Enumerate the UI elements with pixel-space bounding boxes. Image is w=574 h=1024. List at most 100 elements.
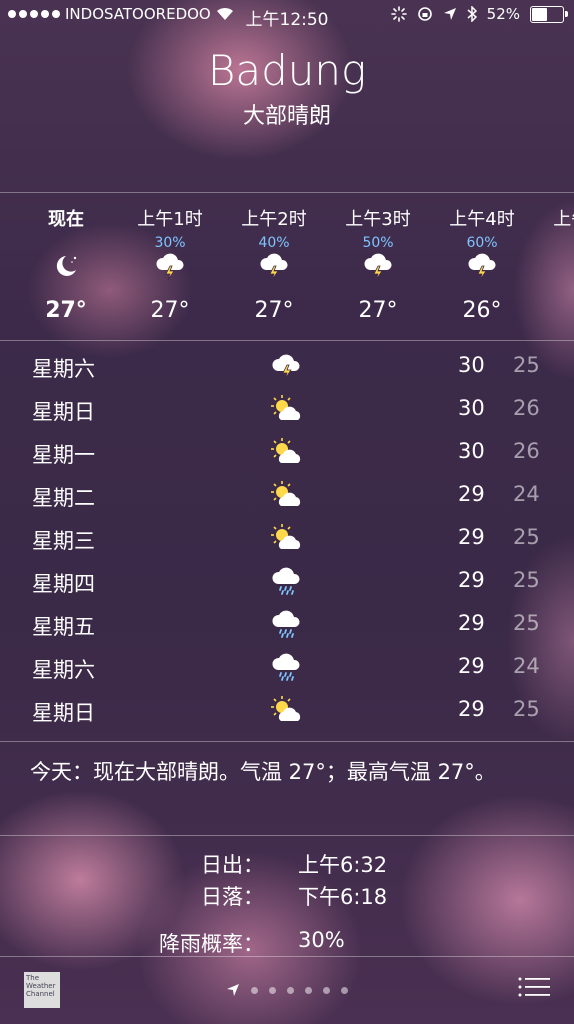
activity-spinner-icon [390,6,407,22]
high-temp: 29 [458,482,485,506]
low-temp: 24 [513,482,540,506]
weather-channel-logo[interactable]: The Weather Channel [24,972,60,1008]
partly-sunny-icon [271,696,301,721]
sunset-value: 下午6:18 [298,885,388,909]
page-dot[interactable] [305,986,312,994]
divider [0,741,574,742]
day-name: 星期三 [32,529,95,553]
sunrise-value: 上午6:32 [298,853,388,877]
rotation-lock-icon [417,7,432,21]
partly-sunny-icon [271,481,301,506]
high-temp: 30 [458,396,485,420]
location-arrow-icon [443,8,456,20]
signal-strength-icon [8,10,60,18]
hour-temp: 27° [45,298,87,323]
hourly-forecast[interactable]: 现在 27° 上午1时 30% 27° 上午2时 40% 27° 上午3时 50… [0,195,574,340]
battery-icon [530,5,568,23]
hour-label: 上午2时 [241,209,307,230]
high-temp: 29 [458,568,485,592]
daily-row: 星期日 29 25 [0,689,574,732]
daily-row: 星期六 30 25 [0,345,574,388]
carrier-name: INDOSATOOREDOO [65,5,211,23]
low-temp: 25 [513,568,540,592]
high-temp: 29 [458,654,485,678]
day-name: 星期二 [32,486,95,510]
partly-sunny-icon [271,395,301,420]
thunderstorm-icon [118,252,222,280]
day-name: 星期六 [32,658,95,682]
day-name: 星期六 [32,357,95,381]
daily-row: 星期三 29 25 [0,517,574,560]
low-temp: 25 [513,525,540,549]
high-temp: 30 [458,353,485,377]
hour-temp: 27° [254,298,294,323]
page-dot[interactable] [341,986,348,994]
thunderstorm-icon [272,354,300,380]
page-dot[interactable] [251,986,258,994]
page-dot[interactable] [287,986,294,994]
hour-label: 上午1时 [137,209,203,230]
hour-temp: 26° [462,298,502,323]
precip-chance: 30% [154,235,186,251]
thunderstorm-icon [222,252,326,280]
low-temp: 26 [513,439,540,463]
high-temp: 29 [458,611,485,635]
wifi-icon [216,7,233,20]
divider [0,192,574,193]
high-temp: 29 [458,525,485,549]
low-temp: 25 [513,611,540,635]
rain-icon [272,567,300,595]
page-dot[interactable] [323,986,330,994]
day-name: 星期一 [32,443,95,467]
city-list-icon[interactable] [518,976,550,998]
partly-sunny-icon [271,524,301,549]
current-condition: 大部晴朗 [242,104,331,129]
hour-label: 上午4时 [449,209,515,230]
status-bar: INDOSATOOREDOO 上午12:50 52% [0,0,574,32]
hour-temp: 2 [534,298,574,323]
moon-icon [14,252,118,280]
precip-chance: 50% [362,235,394,251]
partly-sunny-icon [271,438,301,463]
daily-row: 星期二 29 24 [0,474,574,517]
day-name: 星期日 [32,400,95,424]
day-name: 星期日 [32,701,95,725]
low-temp: 25 [513,697,540,721]
day-name: 星期五 [32,615,95,639]
precip-chance: 40% [258,235,290,251]
bottom-toolbar: The Weather Channel [0,956,574,1024]
location-arrow-icon [227,984,239,996]
divider [0,340,574,341]
low-temp: 26 [513,396,540,420]
battery-percent: 52% [486,5,520,23]
daily-row: 星期一 30 26 [0,431,574,474]
low-temp: 24 [513,654,540,678]
rain-chance-label: 降雨概率： [159,932,264,956]
daily-row: 星期日 30 26 [0,388,574,431]
hour-temp: 27° [150,298,190,323]
status-time: 上午12:50 [245,10,329,30]
low-temp: 25 [513,353,540,377]
high-temp: 29 [458,697,485,721]
divider [0,835,574,836]
hour-temp: 27° [358,298,398,323]
daily-row: 星期六 29 24 [0,646,574,689]
hour-label: 上午3时 [345,209,411,230]
daily-row: 星期五 29 25 [0,603,574,646]
city-name: Badung [207,46,367,95]
daily-row: 星期四 29 25 [0,560,574,603]
precip-chance: 60% [466,235,498,251]
page-dot[interactable] [269,986,276,994]
thunderstorm-icon [326,252,430,280]
rain-icon [272,653,300,681]
page-indicator[interactable] [226,983,348,997]
sunrise-label: 日出： [201,853,264,877]
high-temp: 30 [458,439,485,463]
thunderstorm-icon [430,252,534,280]
hour-label: 上午5时 [553,209,574,230]
hour-label: 现在 [48,209,84,230]
today-summary: 今天：现在大部晴朗。气温 27°；最高气温 27°。 [30,760,496,784]
rain-icon [272,610,300,638]
sunset-label: 日落： [201,885,264,909]
day-name: 星期四 [32,572,95,596]
